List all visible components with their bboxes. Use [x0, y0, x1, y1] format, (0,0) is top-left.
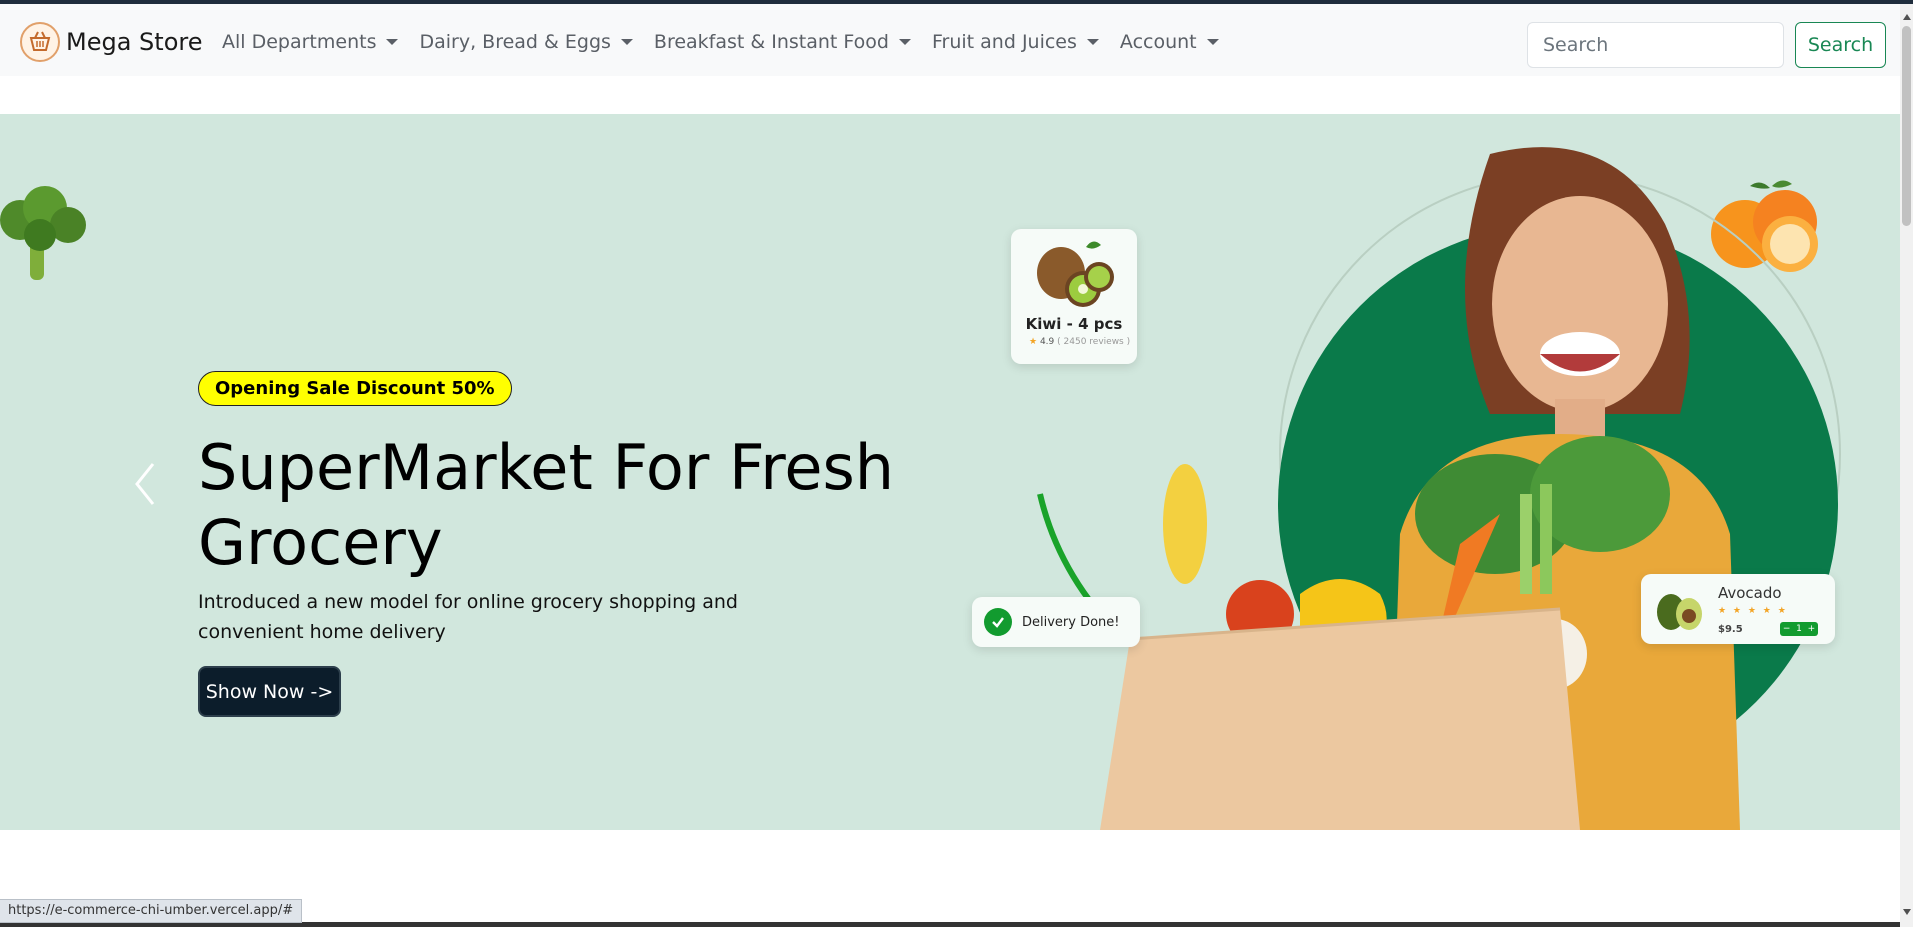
search-input[interactable] [1527, 22, 1784, 68]
kiwi-rating: ★ 4.9 ( 2450 reviews ) [1029, 337, 1130, 347]
shopping-basket-icon [20, 22, 60, 62]
minus-icon[interactable]: − [1783, 624, 1791, 634]
nav-item-label: Fruit and Juices [931, 31, 1077, 53]
navbar: Mega Store All Departments Dairy, Bread … [0, 4, 1900, 76]
hero-subtitle: Introduced a new model for online grocer… [198, 591, 738, 643]
caret-down-icon [1086, 39, 1099, 45]
avocado-rating-stars: ★ ★ ★ ★ ★ [1718, 606, 1788, 616]
nav-item-account[interactable]: Account [1120, 31, 1219, 53]
nav-item-label: Breakfast & Instant Food [653, 31, 889, 53]
chevron-left-icon[interactable] [125, 444, 165, 524]
caret-down-icon [1206, 39, 1219, 45]
caret-down-icon [898, 39, 911, 45]
scroll-down-arrow-icon[interactable] [1903, 909, 1911, 915]
nav-item-label: Dairy, Bread & Eggs [419, 31, 611, 53]
check-circle-icon [984, 608, 1012, 636]
nav-item-all-departments[interactable]: All Departments [222, 31, 399, 53]
hero-woman-grocery-illustration [1037, 147, 1841, 830]
search-button[interactable]: Search [1795, 22, 1886, 68]
hero-carousel: Opening Sale Discount 50% SuperMarket Fo… [0, 114, 1900, 830]
brand-name: Mega Store [66, 28, 203, 56]
avocado-product-name: Avocado [1718, 584, 1782, 602]
kiwi-rating-value: 4.9 [1039, 337, 1055, 347]
avocado-price: $9.5 [1718, 624, 1743, 635]
kiwi-product-name: Kiwi - 4 pcs [1025, 315, 1123, 333]
caret-down-icon [386, 39, 399, 45]
avocado-product-card[interactable]: Avocado ★ ★ ★ ★ ★ $9.5 − 1 + [1641, 574, 1835, 644]
kiwi-image [1037, 241, 1114, 307]
nav-item-label: Account [1119, 31, 1197, 53]
scroll-up-arrow-icon[interactable] [1903, 14, 1911, 20]
hero-title: SuperMarket For Fresh Grocery [198, 431, 895, 579]
nav-item-breakfast-instant-food[interactable]: Breakfast & Instant Food [654, 31, 911, 53]
delivery-done-card: Delivery Done! [972, 597, 1140, 647]
scroll-thumb[interactable] [1902, 26, 1911, 226]
kiwi-review-count: ( 2450 reviews ) [1057, 337, 1131, 347]
nav-item-fruit-juices[interactable]: Fruit and Juices [932, 31, 1099, 53]
broccoli-decoration [0, 186, 86, 280]
nav-item-dairy-bread-eggs[interactable]: Dairy, Bread & Eggs [419, 31, 633, 53]
nav-item-label: All Departments [222, 31, 377, 53]
star-icon: ★ [1029, 337, 1038, 347]
show-now-button[interactable]: Show Now -> [198, 666, 341, 717]
page-scrollbar[interactable] [1900, 4, 1913, 927]
nav-menu: All Departments Dairy, Bread & Eggs Brea… [222, 31, 1240, 53]
caret-down-icon [620, 39, 633, 45]
avocado-quantity-value: 1 [1796, 624, 1802, 634]
sale-badge: Opening Sale Discount 50% [198, 371, 512, 406]
plus-icon[interactable]: + [1808, 624, 1816, 634]
avocado-image [1657, 594, 1702, 630]
brand-link[interactable]: Mega Store [20, 22, 202, 62]
status-bar-url: https://e-commerce-chi-umber.vercel.app/… [0, 899, 303, 923]
avocado-quantity-stepper[interactable]: − 1 + [1780, 622, 1818, 636]
delivery-status-text: Delivery Done! [1022, 614, 1120, 630]
kiwi-product-card[interactable]: Kiwi - 4 pcs ★ 4.9 ( 2450 reviews ) [1011, 229, 1137, 364]
